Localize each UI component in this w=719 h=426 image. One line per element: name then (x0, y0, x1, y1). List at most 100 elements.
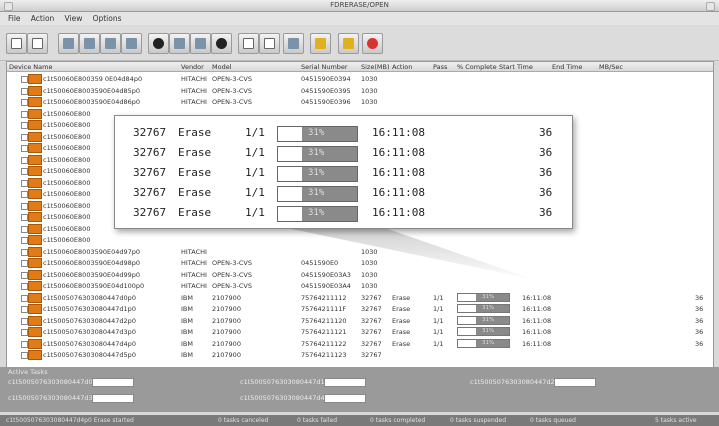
menu-options[interactable]: Options (93, 14, 122, 23)
column-header[interactable]: Serial Number (301, 63, 348, 71)
zoom-row: 32767 Erase 1/1 31% 16:11:08 36 (115, 163, 572, 183)
expand-icon[interactable] (21, 87, 28, 95)
active-task-progress (92, 378, 134, 387)
vendor-cell: HITACHI (181, 247, 207, 256)
zoom-progress-percent: 31% (308, 148, 325, 158)
table-row[interactable]: c1t5005076303080447d3p0 IBM 2107900 7576421… (7, 326, 713, 337)
key-button[interactable] (310, 33, 331, 54)
pass-cell: 1/1 (433, 305, 444, 313)
expand-icon[interactable] (21, 329, 28, 336)
table-row[interactable]: c1t5005076303080447d4p0 IBM 2107900 7576421… (7, 338, 713, 349)
disk-device-icon (28, 292, 42, 303)
zoom-action: Erase (178, 166, 212, 179)
table-row[interactable]: c1t5005076303080447d5p0 IBM 2107900 7576421… (7, 349, 713, 360)
expand-icon[interactable] (21, 271, 28, 279)
window-button[interactable] (259, 33, 280, 54)
grid-button[interactable] (6, 33, 27, 54)
column-header[interactable]: % Complete (457, 63, 497, 71)
action-cell: Erase (392, 305, 411, 313)
expand-icon[interactable] (21, 202, 28, 210)
monitor-button[interactable] (148, 33, 169, 54)
table-row[interactable]: c1t50060E800359 0E04d84p0 HITACHI OPEN-3-C… (7, 73, 713, 84)
disk-device-icon (28, 246, 42, 257)
expand-icon[interactable] (21, 260, 28, 267)
table-row[interactable]: c1t50060E8003590E04d100p0 HITACHI OPEN-3-C… (7, 280, 713, 291)
expand-icon[interactable] (21, 283, 28, 290)
zoom-row: 32767 Erase 1/1 31% 16:11:08 36 (115, 203, 572, 223)
table-row[interactable]: c1t50060E8003590E04d85p0 HITACHI OPEN-3-CV… (7, 85, 713, 96)
expand-icon[interactable] (21, 352, 28, 359)
menu-file[interactable]: File (8, 14, 21, 23)
lock-button[interactable] (338, 33, 359, 54)
mb-per-sec-cell: 36 (695, 293, 704, 302)
disk-button[interactable] (100, 33, 121, 54)
wand-button[interactable] (58, 33, 79, 54)
expand-icon[interactable] (21, 248, 28, 256)
expand-icon[interactable] (21, 110, 28, 118)
expand-icon[interactable] (21, 317, 28, 325)
column-header[interactable]: MB/Sec (599, 63, 623, 71)
expand-icon[interactable] (21, 214, 28, 221)
zoom-action: Erase (178, 186, 212, 199)
expand-icon[interactable] (21, 168, 28, 175)
column-header[interactable]: Pass (433, 63, 447, 71)
disk-device-icon (28, 327, 42, 337)
table-row[interactable]: c1t50060E8003590E04d99p0 HITACHI OPEN-3-CV… (7, 269, 713, 280)
expand-icon[interactable] (21, 76, 28, 83)
stop-icon (216, 38, 227, 49)
expand-icon[interactable] (21, 191, 28, 198)
zoom-start-time: 16:11:08 (372, 126, 425, 139)
table-row[interactable]: c1t5005076303080447d1p0 IBM 2107900 7576421… (7, 303, 713, 314)
disk-device-icon (28, 154, 42, 165)
wand-select-button[interactable] (79, 33, 100, 54)
disk-device-icon (28, 304, 42, 314)
zoom-progress-bar: 31% (277, 186, 358, 202)
size-cell: 1030 (361, 86, 378, 95)
expand-icon[interactable] (21, 340, 28, 348)
expand-icon[interactable] (21, 225, 28, 233)
expand-icon[interactable] (21, 145, 28, 152)
stop-button[interactable] (211, 33, 232, 54)
window-button[interactable] (238, 33, 259, 54)
action-cell: Erase (392, 328, 411, 336)
zoom-row: 32767 Erase 1/1 31% 16:11:08 36 (115, 123, 572, 143)
drive-button[interactable] (121, 33, 142, 54)
size-cell: 32767 (361, 328, 382, 336)
pass-cell: 1/1 (433, 316, 444, 325)
disk-device-icon (28, 85, 42, 96)
column-header[interactable]: Vendor (181, 63, 204, 71)
pause-button[interactable] (169, 33, 190, 54)
expand-icon[interactable] (21, 133, 28, 141)
expand-icon[interactable] (21, 237, 28, 244)
play-button[interactable] (190, 33, 211, 54)
expand-icon[interactable] (21, 179, 28, 187)
hierarchy-button[interactable] (27, 33, 48, 54)
column-header[interactable]: Action (392, 63, 412, 71)
table-row[interactable]: c1t5005076303080447d2p0 IBM 2107900 7576421… (7, 315, 713, 326)
expand-icon[interactable] (21, 156, 28, 164)
expand-icon[interactable] (21, 306, 28, 313)
close-icon[interactable] (706, 2, 715, 11)
table-row[interactable]: c1t5005076303080447d0p0 IBM 2107900 7576421… (7, 292, 713, 303)
expand-icon[interactable] (21, 99, 28, 106)
status-cell: 0 tasks canceled (218, 417, 269, 424)
expand-icon[interactable] (21, 122, 28, 129)
column-header[interactable]: Start Time (499, 63, 533, 71)
window-icon (243, 38, 254, 49)
expand-icon[interactable] (21, 294, 28, 302)
action-cell: Erase (392, 293, 411, 302)
column-header[interactable]: Size(MB) (361, 63, 389, 71)
menu-view[interactable]: View (65, 14, 83, 23)
mb-per-sec-cell: 36 (695, 339, 704, 348)
column-header[interactable]: End Time (552, 63, 582, 71)
menu-action[interactable]: Action (31, 14, 55, 23)
column-header[interactable]: Device Name (9, 63, 52, 71)
table-row[interactable]: c1t50060E8003590E04d86p0 HITACHI OPEN-3-CV… (7, 96, 713, 107)
wand-select-icon (84, 38, 95, 49)
table-row[interactable]: c1t50060E8003590E04d97p0 HITACHI 1030 (7, 246, 713, 257)
power-button[interactable] (362, 33, 383, 54)
image-button[interactable] (283, 33, 304, 54)
device-cell: c1t5005076303080447d1p0 (43, 305, 136, 313)
table-row[interactable]: c1t50060E8003590E04d98p0 HITACHI OPEN-3-CV… (7, 257, 713, 268)
column-header[interactable]: Model (212, 63, 232, 71)
